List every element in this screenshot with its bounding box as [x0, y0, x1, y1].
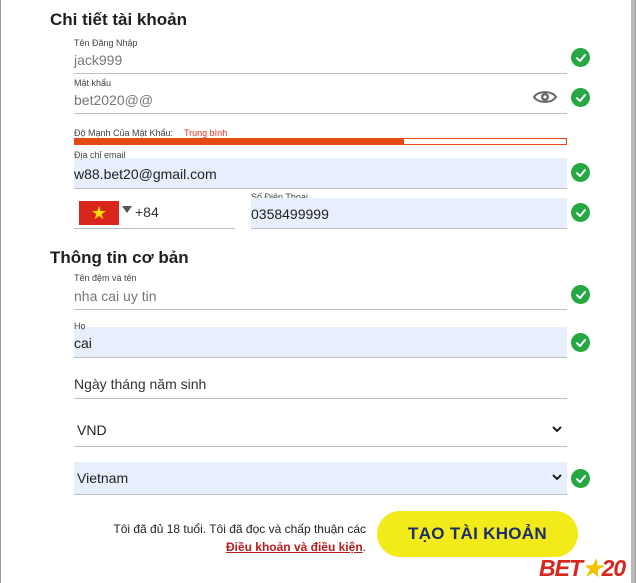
check-icon — [571, 163, 590, 182]
check-icon — [571, 88, 590, 107]
chevron-down-icon — [552, 474, 562, 481]
check-icon — [571, 333, 590, 352]
birthdate-placeholder: Ngày tháng năm sinh — [74, 376, 207, 392]
password-strength-value: Trung bình — [184, 128, 228, 138]
country-code-select[interactable]: ★ +84 — [74, 196, 235, 229]
surname-value: cai — [74, 335, 92, 351]
registration-form: Chi tiết tài khoản Tên Đăng Nhập jack999… — [0, 0, 636, 583]
logo-text-right: 20 — [601, 555, 627, 581]
currency-select[interactable]: VND — [74, 414, 567, 447]
phone-value: 0358499999 — [251, 206, 329, 222]
scrollbar[interactable] — [631, 0, 635, 583]
email-label: Địa chỉ email — [74, 150, 126, 160]
password-strength-fill — [75, 139, 404, 144]
check-icon — [571, 285, 590, 304]
given-name-field[interactable]: Tên đệm và tên nha cai uy tin — [74, 272, 567, 310]
caret-down-icon — [122, 206, 132, 213]
terms-text: Tôi đã đủ 18 tuổi. Tôi đã đọc và chấp th… — [76, 520, 366, 556]
chevron-down-icon — [552, 426, 562, 433]
logo-text-left: BET — [539, 555, 583, 581]
phone-field[interactable]: 0358499999 — [251, 198, 567, 229]
create-account-button[interactable]: TẠO TÀI KHOẢN — [377, 511, 578, 557]
password-field[interactable]: Mật khẩu bet2020@@ — [74, 76, 567, 114]
bet20-logo: BET★20 — [539, 555, 627, 581]
username-field[interactable]: Tên Đăng Nhập jack999 — [74, 36, 567, 74]
given-name-value: nha cai uy tin — [74, 288, 157, 304]
terms-suffix: . — [362, 540, 366, 554]
show-password-eye-icon[interactable] — [533, 88, 557, 106]
check-icon — [571, 469, 590, 488]
username-value: jack999 — [74, 52, 123, 68]
section-title-basic: Thông tin cơ bản — [50, 248, 189, 267]
currency-value: VND — [77, 422, 107, 438]
given-name-label: Tên đệm và tên — [74, 273, 137, 283]
check-icon — [571, 203, 590, 222]
dial-code: +84 — [135, 204, 159, 220]
password-label: Mật khẩu — [74, 78, 112, 88]
country-value: Vietnam — [77, 470, 129, 486]
email-value: w88.bet20@gmail.com — [74, 166, 217, 182]
birthdate-field[interactable]: Ngày tháng năm sinh — [74, 366, 567, 399]
surname-field[interactable]: Họ cai — [74, 321, 567, 358]
email-field[interactable]: Địa chỉ email w88.bet20@gmail.com — [74, 150, 567, 189]
logo-star: ★ — [582, 555, 603, 581]
terms-statement: Tôi đã đủ 18 tuổi. Tôi đã đọc và chấp th… — [113, 522, 366, 536]
vietnam-flag-icon: ★ — [79, 201, 119, 225]
username-label: Tên Đăng Nhập — [74, 38, 138, 48]
check-icon — [571, 48, 590, 67]
password-strength-label: Độ Mạnh Của Mật Khẩu: — [74, 128, 174, 138]
terms-link[interactable]: Điều khoản và điều kiện — [226, 540, 363, 554]
surname-label: Họ — [74, 321, 86, 331]
country-select[interactable]: Vietnam — [74, 462, 567, 495]
password-strength-bar — [74, 138, 567, 145]
password-value: bet2020@@ — [74, 92, 154, 108]
section-title-account: Chi tiết tài khoản — [50, 10, 187, 29]
